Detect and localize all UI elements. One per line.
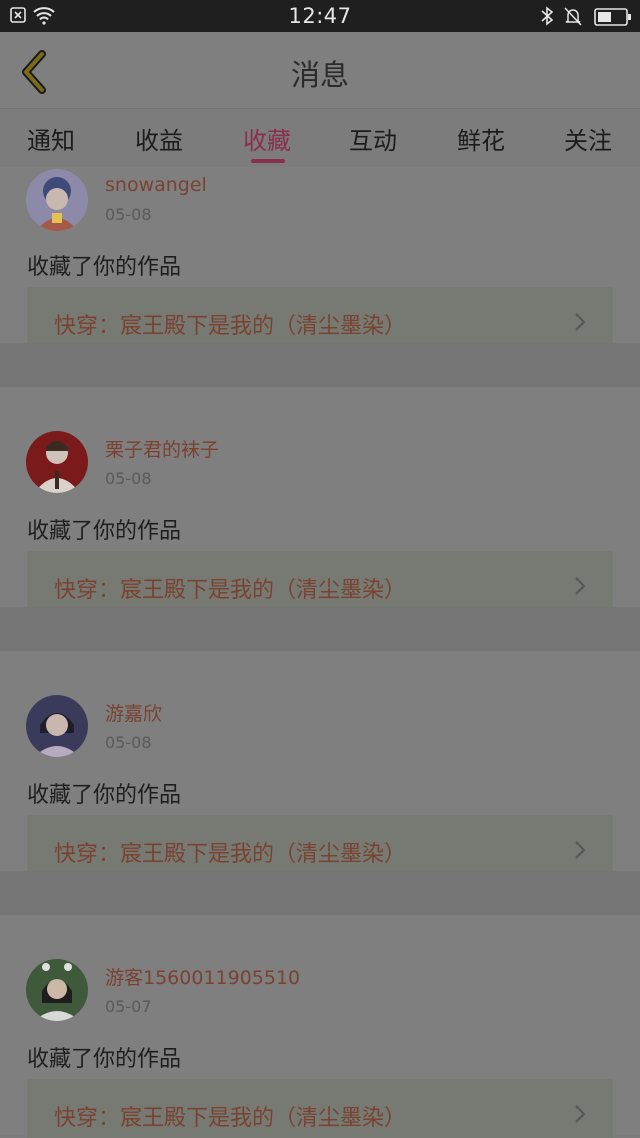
chevron-right-icon	[575, 841, 586, 859]
divider	[0, 343, 640, 387]
avatar[interactable]	[26, 431, 88, 493]
message-date: 05-07	[105, 997, 152, 1016]
header-bar: 消息	[0, 32, 640, 109]
work-title: 快穿：宸王殿下是我的（清尘墨染）	[54, 842, 407, 867]
chevron-right-icon	[575, 577, 586, 595]
divider	[0, 871, 640, 915]
page-title: 消息	[290, 58, 349, 92]
status-bar: 12:47	[0, 0, 640, 32]
username[interactable]: snowangel	[105, 174, 207, 196]
chevron-right-icon	[575, 1105, 586, 1123]
message-date: 05-08	[105, 205, 152, 224]
message-list: snowangel 05-08 收藏了你的作品 快穿：宸王殿下是我的（清尘墨染）…	[0, 167, 640, 1138]
message-date: 05-08	[105, 469, 152, 488]
divider	[0, 607, 640, 651]
tab-interactions[interactable]: 互动	[333, 121, 413, 156]
message-card: 栗子君的袜子 05-08 收藏了你的作品 快穿：宸王殿下是我的（清尘墨染）	[0, 387, 640, 621]
bluetooth-icon	[541, 6, 554, 26]
message-action: 收藏了你的作品	[27, 783, 182, 808]
avatar[interactable]	[26, 695, 88, 757]
message-card: 游嘉欣 05-08 收藏了你的作品 快穿：宸王殿下是我的（清尘墨染）	[0, 651, 640, 885]
username[interactable]: 栗子君的袜子	[105, 435, 219, 462]
message-date: 05-08	[105, 733, 152, 752]
tab-bar: 通知 收益 收藏 互动 鲜花 关注	[0, 109, 640, 167]
tab-favorites[interactable]: 收藏	[227, 121, 307, 156]
username[interactable]: 游嘉欣	[105, 699, 162, 726]
tab-earnings[interactable]: 收益	[119, 121, 199, 156]
message-action: 收藏了你的作品	[27, 519, 182, 544]
message-action: 收藏了你的作品	[27, 1047, 182, 1072]
work-title: 快穿：宸王殿下是我的（清尘墨染）	[54, 1106, 407, 1131]
username[interactable]: 游客1560011905510	[105, 963, 300, 990]
tab-notifications[interactable]: 通知	[11, 121, 91, 156]
battery-icon	[594, 8, 631, 26]
chevron-right-icon	[575, 313, 586, 331]
work-title: 快穿：宸王殿下是我的（清尘墨染）	[54, 578, 407, 603]
work-link[interactable]: 快穿：宸王殿下是我的（清尘墨染）	[27, 1079, 613, 1138]
avatar[interactable]	[26, 169, 88, 231]
mute-bell-icon	[564, 7, 582, 26]
active-tab-indicator	[251, 159, 285, 163]
message-card: 游客1560011905510 05-07 收藏了你的作品 快穿：宸王殿下是我的…	[0, 915, 640, 1138]
message-action: 收藏了你的作品	[27, 255, 182, 280]
tab-follows[interactable]: 关注	[548, 121, 628, 156]
message-card: snowangel 05-08 收藏了你的作品 快穿：宸王殿下是我的（清尘墨染）	[0, 167, 640, 357]
tab-flowers[interactable]: 鲜花	[441, 121, 521, 156]
work-title: 快穿：宸王殿下是我的（清尘墨染）	[54, 314, 407, 339]
avatar[interactable]	[26, 959, 88, 1021]
